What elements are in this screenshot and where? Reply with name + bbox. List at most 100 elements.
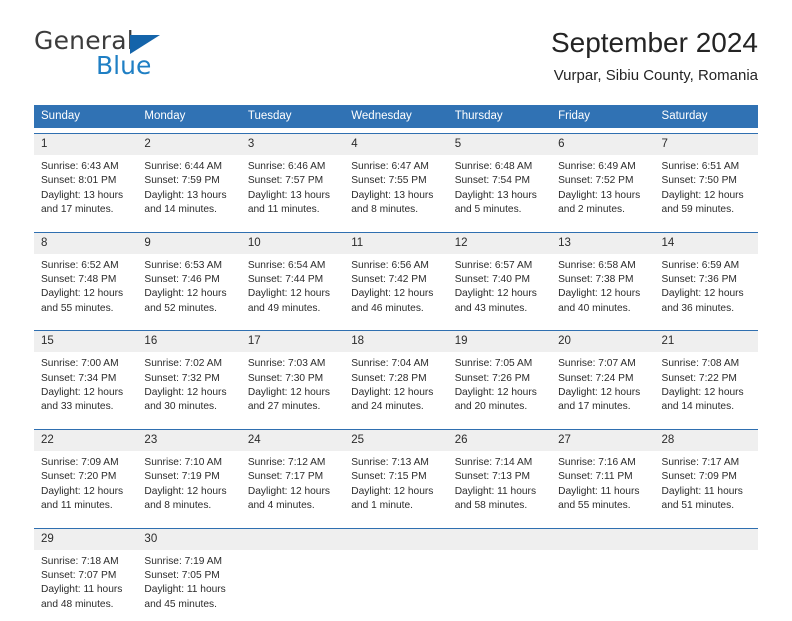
- daylight-line1: Daylight: 12 hours: [455, 386, 545, 400]
- day-cell-empty: [448, 550, 551, 621]
- weekday-header-tuesday: Tuesday: [241, 105, 344, 128]
- day-number[interactable]: 11: [344, 233, 447, 254]
- day-cell[interactable]: Sunrise: 6:46 AM Sunset: 7:57 PM Dayligh…: [241, 155, 344, 227]
- day-cell[interactable]: Sunrise: 6:49 AM Sunset: 7:52 PM Dayligh…: [551, 155, 654, 227]
- day-number[interactable]: 7: [655, 134, 758, 155]
- day-cell[interactable]: Sunrise: 6:52 AM Sunset: 7:48 PM Dayligh…: [34, 254, 137, 326]
- sunrise-text: Sunrise: 7:04 AM: [351, 357, 441, 371]
- daylight-line1: Daylight: 12 hours: [558, 386, 648, 400]
- week-daynumber-band: 1 2 3 4 5 6 7: [34, 134, 758, 155]
- sunrise-text: Sunrise: 7:00 AM: [41, 357, 131, 371]
- sunset-text: Sunset: 7:28 PM: [351, 372, 441, 386]
- day-cell[interactable]: Sunrise: 6:56 AM Sunset: 7:42 PM Dayligh…: [344, 254, 447, 326]
- day-number[interactable]: 17: [241, 331, 344, 352]
- day-cell[interactable]: Sunrise: 7:13 AM Sunset: 7:15 PM Dayligh…: [344, 451, 447, 523]
- sunset-text: Sunset: 7:20 PM: [41, 470, 131, 484]
- day-number[interactable]: 23: [137, 430, 240, 451]
- day-number[interactable]: 2: [137, 134, 240, 155]
- day-number[interactable]: 8: [34, 233, 137, 254]
- day-cell[interactable]: Sunrise: 7:03 AM Sunset: 7:30 PM Dayligh…: [241, 352, 344, 424]
- day-cell[interactable]: Sunrise: 7:04 AM Sunset: 7:28 PM Dayligh…: [344, 352, 447, 424]
- day-cell[interactable]: Sunrise: 6:58 AM Sunset: 7:38 PM Dayligh…: [551, 254, 654, 326]
- day-cell[interactable]: Sunrise: 7:14 AM Sunset: 7:13 PM Dayligh…: [448, 451, 551, 523]
- day-number[interactable]: 26: [448, 430, 551, 451]
- day-number[interactable]: 3: [241, 134, 344, 155]
- day-cell[interactable]: Sunrise: 7:19 AM Sunset: 7:05 PM Dayligh…: [137, 550, 240, 621]
- day-cell[interactable]: Sunrise: 6:59 AM Sunset: 7:36 PM Dayligh…: [655, 254, 758, 326]
- day-cell[interactable]: Sunrise: 7:09 AM Sunset: 7:20 PM Dayligh…: [34, 451, 137, 523]
- day-cell[interactable]: Sunrise: 6:51 AM Sunset: 7:50 PM Dayligh…: [655, 155, 758, 227]
- day-number[interactable]: 10: [241, 233, 344, 254]
- day-number[interactable]: 27: [551, 430, 654, 451]
- day-number-empty: [551, 529, 654, 550]
- day-cell[interactable]: Sunrise: 6:47 AM Sunset: 7:55 PM Dayligh…: [344, 155, 447, 227]
- day-number[interactable]: 14: [655, 233, 758, 254]
- day-number[interactable]: 20: [551, 331, 654, 352]
- page-title: September 2024: [551, 26, 758, 60]
- day-cell[interactable]: Sunrise: 6:57 AM Sunset: 7:40 PM Dayligh…: [448, 254, 551, 326]
- week-row: 29 30 Sunrise: 7:18 AM Sunset: 7:07 PM D…: [34, 528, 758, 621]
- day-number[interactable]: 6: [551, 134, 654, 155]
- day-number[interactable]: 1: [34, 134, 137, 155]
- sunrise-text: Sunrise: 6:43 AM: [41, 160, 131, 174]
- sunrise-text: Sunrise: 6:54 AM: [248, 259, 338, 273]
- day-number[interactable]: 4: [344, 134, 447, 155]
- general-blue-logo[interactable]: General Blue: [34, 26, 264, 88]
- day-number[interactable]: 19: [448, 331, 551, 352]
- day-number[interactable]: 16: [137, 331, 240, 352]
- day-number[interactable]: 28: [655, 430, 758, 451]
- sunset-text: Sunset: 7:46 PM: [144, 273, 234, 287]
- sunset-text: Sunset: 7:13 PM: [455, 470, 545, 484]
- sunrise-text: Sunrise: 6:47 AM: [351, 160, 441, 174]
- sunset-text: Sunset: 7:38 PM: [558, 273, 648, 287]
- daylight-line2: and 5 minutes.: [455, 203, 545, 217]
- sunrise-text: Sunrise: 7:14 AM: [455, 456, 545, 470]
- day-cell[interactable]: Sunrise: 7:18 AM Sunset: 7:07 PM Dayligh…: [34, 550, 137, 621]
- sunset-text: Sunset: 7:30 PM: [248, 372, 338, 386]
- day-cell[interactable]: Sunrise: 6:53 AM Sunset: 7:46 PM Dayligh…: [137, 254, 240, 326]
- day-cell[interactable]: Sunrise: 7:16 AM Sunset: 7:11 PM Dayligh…: [551, 451, 654, 523]
- daylight-line2: and 24 minutes.: [351, 400, 441, 414]
- sunset-text: Sunset: 7:44 PM: [248, 273, 338, 287]
- daylight-line1: Daylight: 12 hours: [41, 386, 131, 400]
- daylight-line2: and 11 minutes.: [41, 499, 131, 513]
- day-number[interactable]: 30: [137, 529, 240, 550]
- daylight-line1: Daylight: 13 hours: [248, 189, 338, 203]
- sunset-text: Sunset: 7:22 PM: [662, 372, 752, 386]
- day-number[interactable]: 24: [241, 430, 344, 451]
- day-number[interactable]: 25: [344, 430, 447, 451]
- day-number[interactable]: 5: [448, 134, 551, 155]
- day-number[interactable]: 13: [551, 233, 654, 254]
- location-subtitle: Vurpar, Sibiu County, Romania: [551, 65, 758, 87]
- sunrise-text: Sunrise: 7:19 AM: [144, 555, 234, 569]
- day-cell[interactable]: Sunrise: 7:02 AM Sunset: 7:32 PM Dayligh…: [137, 352, 240, 424]
- daylight-line1: Daylight: 12 hours: [351, 485, 441, 499]
- day-cell[interactable]: Sunrise: 7:05 AM Sunset: 7:26 PM Dayligh…: [448, 352, 551, 424]
- day-number[interactable]: 18: [344, 331, 447, 352]
- day-number[interactable]: 21: [655, 331, 758, 352]
- day-cell[interactable]: Sunrise: 7:10 AM Sunset: 7:19 PM Dayligh…: [137, 451, 240, 523]
- sunset-text: Sunset: 7:05 PM: [144, 569, 234, 583]
- day-number[interactable]: 29: [34, 529, 137, 550]
- daylight-line2: and 8 minutes.: [351, 203, 441, 217]
- daylight-line2: and 1 minute.: [351, 499, 441, 513]
- day-number[interactable]: 15: [34, 331, 137, 352]
- daylight-line1: Daylight: 11 hours: [144, 583, 234, 597]
- day-cell[interactable]: Sunrise: 6:43 AM Sunset: 8:01 PM Dayligh…: [34, 155, 137, 227]
- day-number[interactable]: 12: [448, 233, 551, 254]
- day-number[interactable]: 22: [34, 430, 137, 451]
- week-row: 1 2 3 4 5 6 7 Sunrise: 6:43 AM Sunset: 8…: [34, 133, 758, 227]
- sunset-text: Sunset: 7:24 PM: [558, 372, 648, 386]
- day-cell[interactable]: Sunrise: 7:12 AM Sunset: 7:17 PM Dayligh…: [241, 451, 344, 523]
- day-cell[interactable]: Sunrise: 6:48 AM Sunset: 7:54 PM Dayligh…: [448, 155, 551, 227]
- day-cell[interactable]: Sunrise: 6:44 AM Sunset: 7:59 PM Dayligh…: [137, 155, 240, 227]
- day-cell[interactable]: Sunrise: 7:17 AM Sunset: 7:09 PM Dayligh…: [655, 451, 758, 523]
- day-number[interactable]: 9: [137, 233, 240, 254]
- day-cell[interactable]: Sunrise: 7:07 AM Sunset: 7:24 PM Dayligh…: [551, 352, 654, 424]
- daylight-line1: Daylight: 12 hours: [248, 485, 338, 499]
- day-cell[interactable]: Sunrise: 7:08 AM Sunset: 7:22 PM Dayligh…: [655, 352, 758, 424]
- day-cell[interactable]: Sunrise: 6:54 AM Sunset: 7:44 PM Dayligh…: [241, 254, 344, 326]
- day-cell[interactable]: Sunrise: 7:00 AM Sunset: 7:34 PM Dayligh…: [34, 352, 137, 424]
- sunset-text: Sunset: 7:17 PM: [248, 470, 338, 484]
- week-daynumber-band: 29 30: [34, 529, 758, 550]
